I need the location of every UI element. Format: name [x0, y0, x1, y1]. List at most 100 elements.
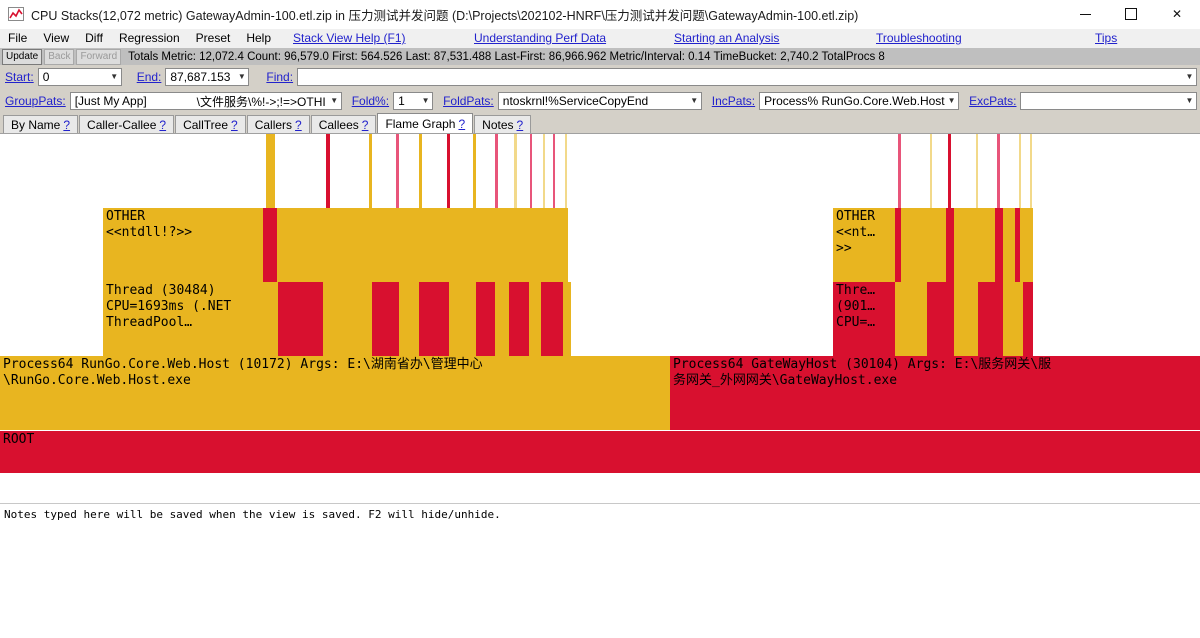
flame-frame-thread-901[interactable]: Thre… (901… CPU=…: [833, 282, 895, 356]
grouppats-label[interactable]: GroupPats:: [0, 94, 70, 108]
flame-other-block-1[interactable]: [263, 208, 277, 282]
menu-item-regression[interactable]: Regression: [111, 29, 188, 48]
foldpct-label[interactable]: Fold%:: [347, 94, 393, 108]
flame-thread-right-block-5[interactable]: [1003, 282, 1023, 356]
grouppats-input[interactable]: [Just My App] \文件服务\%!->;!=>OTHI ▼: [69, 92, 342, 110]
flame-thread-block-3[interactable]: [372, 282, 399, 356]
chevron-down-icon[interactable]: ▼: [688, 93, 701, 109]
flame-spike-1[interactable]: [326, 134, 330, 208]
menu-item-view[interactable]: View: [35, 29, 77, 48]
flame-spike-13[interactable]: [898, 134, 901, 208]
flame-spike-6[interactable]: [473, 134, 476, 208]
flame-other-right-block-3[interactable]: [946, 208, 954, 282]
tab-caller-callee[interactable]: Caller-Callee ?: [79, 115, 175, 133]
flame-frame-other-ntdll-left[interactable]: OTHER <<ntdll!?>>: [103, 208, 263, 282]
chevron-down-icon[interactable]: ▼: [235, 69, 248, 85]
flame-thread-block-2[interactable]: [323, 282, 372, 356]
maximize-button[interactable]: [1108, 0, 1154, 28]
chevron-down-icon[interactable]: ▼: [1183, 93, 1196, 109]
flame-thread-right-block-1[interactable]: [895, 282, 927, 356]
chevron-down-icon[interactable]: ▼: [419, 93, 432, 109]
foldpct-input[interactable]: 1 ▼: [393, 92, 434, 110]
start-input[interactable]: 0 ▼: [37, 68, 122, 86]
flame-thread-block-9[interactable]: [509, 282, 529, 356]
end-input[interactable]: 87,687.153 ▼: [165, 68, 250, 86]
flame-spike-10[interactable]: [543, 134, 545, 208]
link-stack-view-help[interactable]: Stack View Help (F1): [293, 29, 405, 48]
link-tips[interactable]: Tips: [1095, 29, 1117, 48]
flame-thread-right-block-3[interactable]: [954, 282, 978, 356]
tab-callees[interactable]: Callees ?: [310, 115, 377, 133]
flame-frame-other-nt-right[interactable]: OTHER <<nt… >>: [833, 208, 895, 282]
minimize-button[interactable]: [1062, 0, 1108, 28]
flame-spike-0[interactable]: [266, 134, 275, 208]
menu-item-preset[interactable]: Preset: [188, 29, 239, 48]
flame-spike-2[interactable]: [369, 134, 372, 208]
flame-thread-block-4[interactable]: [399, 282, 419, 356]
flame-other-right-block-6[interactable]: [1003, 208, 1015, 282]
incpats-input[interactable]: Process% RunGo.Core.Web.Host ▼: [759, 92, 960, 110]
flame-other-right-block-2[interactable]: [901, 208, 946, 282]
help-icon[interactable]: ?: [63, 118, 70, 132]
flame-spike-3[interactable]: [396, 134, 399, 208]
tab-callers[interactable]: Callers ?: [246, 115, 310, 133]
flame-spike-17[interactable]: [997, 134, 1000, 208]
flame-spike-11[interactable]: [553, 134, 555, 208]
flame-spike-14[interactable]: [930, 134, 932, 208]
flame-frame-root[interactable]: ROOT: [0, 431, 1200, 473]
incpats-label[interactable]: IncPats:: [707, 94, 759, 108]
notes-panel[interactable]: Notes typed here will be saved when the …: [0, 503, 1200, 526]
flame-thread-right-block-2[interactable]: [927, 282, 954, 356]
find-label[interactable]: Find:: [261, 70, 297, 84]
foldpats-label[interactable]: FoldPats:: [438, 94, 498, 108]
find-input[interactable]: ▼: [297, 68, 1197, 86]
flame-thread-block-5[interactable]: [419, 282, 449, 356]
flame-graph-canvas[interactable]: ROOT Process64 RunGo.Core.Web.Host (10172…: [0, 134, 1200, 506]
flame-thread-right-block-4[interactable]: [978, 282, 1003, 356]
flame-thread-block-1[interactable]: [278, 282, 323, 356]
help-icon[interactable]: ?: [517, 118, 524, 132]
flame-spike-7[interactable]: [495, 134, 498, 208]
flame-other-right-block-8[interactable]: [1020, 208, 1033, 282]
chevron-down-icon[interactable]: ▼: [328, 93, 341, 109]
menu-item-help[interactable]: Help: [238, 29, 279, 48]
end-label[interactable]: End:: [132, 70, 166, 84]
excpats-label[interactable]: ExcPats:: [964, 94, 1020, 108]
tab-notes[interactable]: Notes ?: [474, 115, 532, 133]
flame-thread-block-6[interactable]: [449, 282, 476, 356]
flame-thread-block-11[interactable]: [541, 282, 563, 356]
chevron-down-icon[interactable]: ▼: [945, 93, 958, 109]
flame-spike-15[interactable]: [948, 134, 951, 208]
flame-spike-12[interactable]: [565, 134, 567, 208]
flame-thread-right-block-6[interactable]: [1023, 282, 1033, 356]
menu-item-diff[interactable]: Diff: [77, 29, 111, 48]
link-understanding-perf-data[interactable]: Understanding Perf Data: [474, 29, 606, 48]
update-button[interactable]: Update: [2, 48, 43, 65]
flame-thread-block-8[interactable]: [495, 282, 509, 356]
tab-flame-graph[interactable]: Flame Graph ?: [377, 113, 474, 133]
flame-spike-8[interactable]: [514, 134, 517, 208]
flame-spike-19[interactable]: [1030, 134, 1032, 208]
flame-spike-16[interactable]: [976, 134, 978, 208]
flame-spike-5[interactable]: [447, 134, 450, 208]
tab-calltree[interactable]: CallTree ?: [175, 115, 246, 133]
help-icon[interactable]: ?: [362, 118, 369, 132]
help-icon[interactable]: ?: [159, 118, 166, 132]
flame-other-right-block-5[interactable]: [995, 208, 1003, 282]
help-icon[interactable]: ?: [458, 117, 465, 131]
excpats-input[interactable]: ▼: [1020, 92, 1197, 110]
tab-by-name[interactable]: By Name ?: [3, 115, 79, 133]
flame-spike-18[interactable]: [1019, 134, 1021, 208]
forward-button[interactable]: Forward: [76, 48, 122, 65]
flame-spike-4[interactable]: [419, 134, 422, 208]
back-button[interactable]: Back: [44, 48, 75, 65]
chevron-down-icon[interactable]: ▼: [1183, 69, 1196, 85]
flame-frame-process-gateway[interactable]: Process64 GateWayHost (30104) Args: E:\服…: [670, 356, 1200, 430]
foldpats-input[interactable]: ntoskrnl!%ServiceCopyEnd ▼: [497, 92, 702, 110]
close-button[interactable]: ✕: [1154, 0, 1200, 28]
flame-thread-block-12[interactable]: [563, 282, 571, 356]
flame-frame-process-rungo[interactable]: Process64 RunGo.Core.Web.Host (10172) Ar…: [0, 356, 670, 430]
flame-thread-block-10[interactable]: [529, 282, 541, 356]
flame-thread-block-7[interactable]: [476, 282, 495, 356]
flame-other-block-2[interactable]: [277, 208, 568, 282]
